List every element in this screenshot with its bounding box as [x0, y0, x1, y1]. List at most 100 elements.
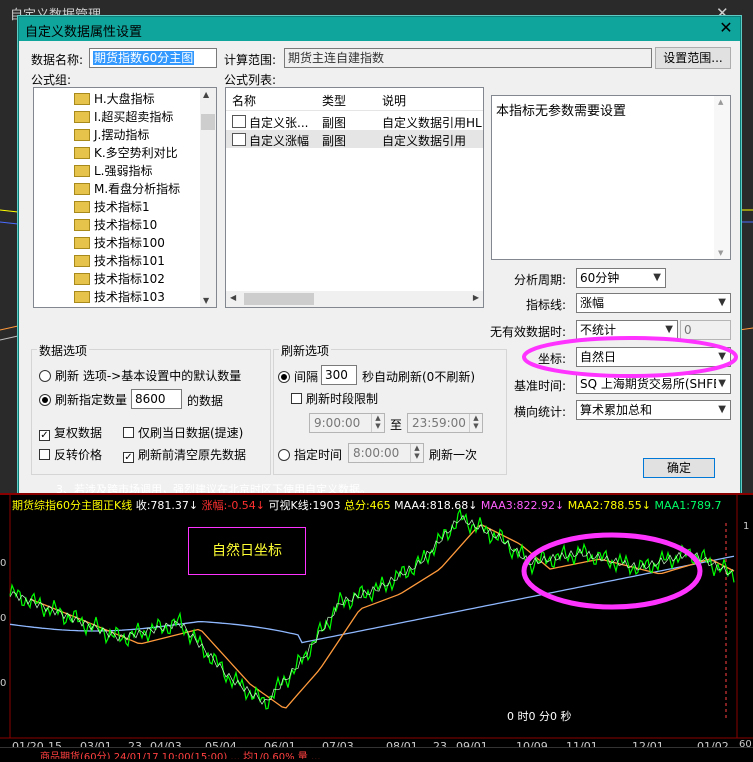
data-options-title: 数据选项 [37, 342, 90, 359]
header-value: 总分:465 [343, 499, 395, 512]
formula-icon [232, 133, 246, 146]
tree-item[interactable]: 技术指标1 [74, 198, 150, 216]
checkbox-icon [123, 427, 134, 438]
tree-item-label: I.超买超卖指标 [94, 110, 174, 124]
spinner-arrows-icon[interactable]: ▲ ▼ [410, 444, 423, 462]
indicator-line-select[interactable]: 涨幅 ▼ [576, 293, 731, 313]
column-name[interactable]: 名称 [232, 92, 256, 109]
header-value: 涨幅:-0.54↓ [201, 499, 269, 512]
radio-interval[interactable]: 间隔 [278, 368, 318, 385]
period-select[interactable]: 60分钟 ▼ [576, 268, 666, 288]
tree-item[interactable]: J.摆动指标 [74, 126, 149, 144]
checkbox-today-only[interactable]: 仅刷当日数据(提速) [123, 424, 243, 441]
checkbox-icon [39, 449, 50, 460]
table-row[interactable]: 自定义涨幅 副图 自定义数据引用 [226, 130, 483, 148]
header-value: 收:781.37↓ [135, 499, 202, 512]
column-desc[interactable]: 说明 [382, 92, 406, 109]
folder-icon [74, 111, 90, 123]
at-time-spinner[interactable]: 8:00:00 ▲ ▼ [348, 443, 424, 463]
parameter-box: 本指标无参数需要设置 ▲ ▼ [491, 95, 731, 260]
header-value: 可视K线:1903 [268, 499, 344, 512]
scroll-left-icon[interactable]: ◀ [230, 293, 236, 302]
folder-icon [74, 255, 90, 267]
tree-item[interactable]: H.大盘指标 [74, 90, 155, 108]
tree-item-label: K.多空势利对比 [94, 146, 178, 160]
tree-item-label: M.看盘分析指标 [94, 182, 181, 196]
checked-icon: ✓ [39, 430, 50, 441]
calc-range-label: 计算范围: [224, 53, 277, 67]
interval-input[interactable]: 300 [321, 365, 357, 385]
tree-item[interactable]: 技术指标10 [74, 216, 157, 234]
radio-icon [39, 370, 51, 382]
annotation-label: 自然日坐标 [188, 527, 306, 575]
checkbox-time-limit[interactable]: 刷新时段限制 [291, 390, 378, 407]
radio-at-time[interactable]: 指定时间 [278, 446, 342, 463]
scroll-up-icon[interactable]: ▲ [203, 90, 209, 99]
row-type: 副图 [322, 116, 347, 130]
column-type[interactable]: 类型 [322, 92, 346, 109]
properties-dialog: 自定义数据属性设置 ✕ 数据名称: 期货指数60分主图 计算范围: 期货主连自建… [18, 16, 741, 495]
formula-list[interactable]: 名称 类型 说明 自定义张... 副图 自定义数据引用HL 自定义涨幅 副图 自… [225, 87, 484, 308]
formula-group-tree[interactable]: H.大盘指标 I.超买超卖指标 J.摆动指标 K.多空势利对比 L.强弱指标 M.看盘分析… [33, 87, 217, 308]
row-name: 自定义张... [249, 116, 309, 130]
time-to-spinner[interactable]: 23:59:00 ▲ ▼ [407, 413, 483, 433]
tree-scroll-thumb[interactable] [201, 114, 215, 130]
radio-selected-icon [278, 371, 290, 383]
horizontal-stat-select[interactable]: 算术累加总和 ▼ [576, 400, 731, 420]
tree-item[interactable]: L.强弱指标 [74, 162, 153, 180]
data-name-value: 期货指数60分主图 [93, 51, 195, 65]
scroll-down-icon[interactable]: ▼ [203, 296, 209, 305]
time-readout: 0 时0 分0 秒 [507, 710, 572, 723]
spinner-arrows-icon[interactable]: ▲ ▼ [371, 414, 384, 432]
tree-item[interactable]: I.超买超卖指标 [74, 108, 173, 126]
parameter-scrollbar[interactable]: ▲ ▼ [714, 96, 730, 259]
row-name: 自定义涨幅 [249, 134, 310, 148]
list-scroll-thumb[interactable] [244, 293, 314, 305]
tree-item[interactable]: 技术指标102 [74, 270, 165, 288]
tree-item[interactable]: 技术指标100 [74, 234, 165, 252]
time-from-spinner[interactable]: 9:00:00 ▲ ▼ [309, 413, 385, 433]
tree-item[interactable]: 技术指标103 [74, 288, 165, 306]
tree-item[interactable]: 技术指标101 [74, 252, 165, 270]
price-chart[interactable]: 01/201503/012304/0305/0406/0107/0308/012… [0, 493, 753, 759]
folder-icon [74, 273, 90, 285]
refresh-count-input[interactable]: 8600 [131, 389, 182, 409]
folder-icon [74, 129, 90, 141]
row-desc: 自定义数据引用HL [382, 116, 482, 130]
checkbox-reverse[interactable]: 反转价格 [39, 446, 102, 463]
formula-list-header: 名称 类型 说明 [226, 88, 483, 111]
dialog-close-icon[interactable]: ✕ [715, 18, 737, 38]
scroll-right-icon[interactable]: ▶ [473, 293, 479, 302]
time-to-label: 至 [390, 418, 403, 432]
period-label: 分析周期: [514, 273, 567, 287]
header-value: MAA3:822.92↓ [480, 499, 568, 512]
table-row[interactable]: 自定义张... 副图 自定义数据引用HL [226, 112, 483, 130]
formula-list-horizontal-scrollbar[interactable]: ◀ ▶ [226, 291, 483, 307]
ok-button[interactable]: 确定 [643, 458, 715, 478]
formula-group-label: 公式组: [31, 73, 72, 87]
radio-icon [278, 449, 290, 461]
folder-icon [74, 201, 90, 213]
data-name-input[interactable]: 期货指数60分主图 [89, 48, 217, 68]
header-value: MAA2:788.55↓ [567, 499, 655, 512]
radio-refresh-default[interactable]: 刷新 选项->基本设置中的默认数量 [39, 367, 241, 384]
horizontal-stat-label: 横向统计: [514, 405, 567, 419]
refresh-count-suffix: 的数据 [187, 394, 224, 408]
tree-item[interactable]: K.多空势利对比 [74, 144, 178, 162]
tree-item-label: L.强弱指标 [94, 164, 153, 178]
indicator-line-label: 指标线: [526, 298, 567, 312]
tree-vertical-scrollbar[interactable]: ▲ ▼ [200, 88, 216, 307]
folder-icon [74, 183, 90, 195]
data-name-label: 数据名称: [31, 53, 84, 67]
radio-refresh-count[interactable]: 刷新指定数量 [39, 391, 127, 408]
spinner-arrows-icon[interactable]: ▲ ▼ [469, 414, 482, 432]
set-range-button[interactable]: 设置范围... [655, 47, 731, 69]
tree-item-label: 技术指标101 [94, 254, 165, 268]
y-tick-left: 0 [0, 558, 7, 569]
folder-icon [74, 165, 90, 177]
y-tick-left: 0 [0, 678, 7, 689]
checkbox-restore[interactable]: ✓ 复权数据 [39, 424, 102, 441]
checkbox-clear-before[interactable]: ✓ 刷新前清空原先数据 [123, 446, 246, 463]
tree-item-label: H.大盘指标 [94, 92, 155, 106]
tree-item[interactable]: M.看盘分析指标 [74, 180, 180, 198]
